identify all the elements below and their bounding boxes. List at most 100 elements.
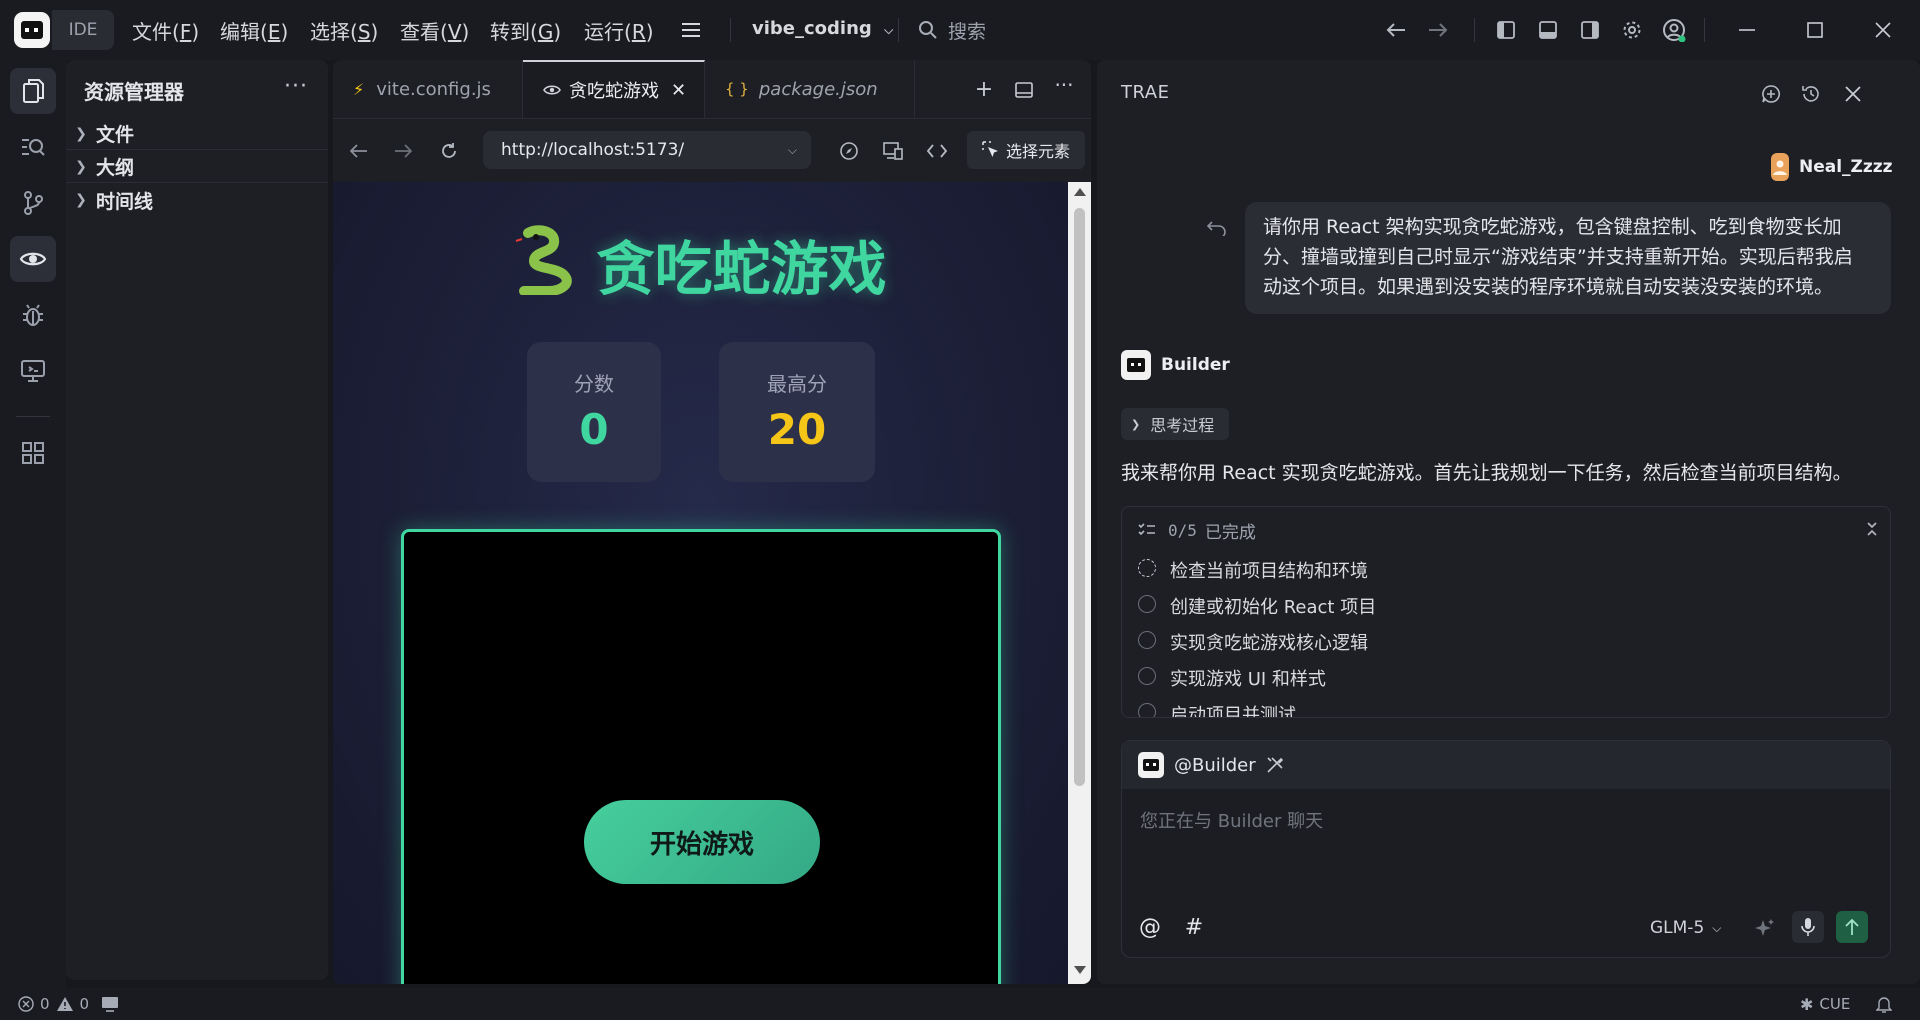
send-arrow-up-icon[interactable] [1836,911,1868,943]
tab-snake-preview[interactable]: 贪吃蛇游戏 ✕ [523,60,705,118]
cursor-select-icon [982,141,998,157]
section-outline[interactable]: ❯ 大纲 [66,151,328,183]
mention-agent[interactable]: @Builder [1174,755,1256,776]
tab-package-json[interactable]: { } package.json [705,60,915,118]
user-avatar [1771,153,1789,181]
toggle-panel-icon[interactable] [1536,18,1560,42]
remote-screen-icon[interactable] [10,348,56,394]
tab-vite-config[interactable]: ⚡ vite.config.js [333,60,523,118]
todo-item: 实现贪吃蛇游戏核心逻辑 [1170,633,1368,654]
todo-header: 0/5 已完成 [1138,519,1256,543]
todo-list: 0/5 已完成 检查当前项目结构和环境 创建或初始化 React 项目 实现贪吃… [1121,506,1891,718]
undo-message-icon[interactable] [1205,216,1229,240]
collapse-chevrons-icon[interactable] [1862,519,1882,539]
tools-icon[interactable] [1266,756,1284,774]
chevron-right-icon: ❯ [75,192,87,208]
responsive-device-icon[interactable] [881,139,905,163]
menu-view-label: 查看(V) [400,20,470,44]
close-panel-icon[interactable] [1841,82,1865,106]
snake-game-page: 贪吃蛇游戏 分数 0 最高分 20 开始游戏 [333,182,1068,984]
todo-item: 启动项目并测试 [1170,705,1296,718]
more-menu-icon[interactable] [678,18,704,42]
search-box[interactable]: 搜索 [918,18,1118,43]
browser-reload-icon[interactable] [437,139,461,163]
trae-logo-icon[interactable] [14,12,50,48]
sparkle-enhance-icon[interactable] [1752,915,1778,941]
editor-more-icon[interactable]: ··· [1051,73,1077,97]
todo-item: 检查当前项目结构和环境 [1170,561,1368,582]
settings-gear-icon[interactable] [1620,18,1644,42]
maximize-window-icon[interactable] [1802,18,1828,42]
browser-forward-icon[interactable] [391,139,415,163]
model-selector[interactable]: GLM-5 ⌵ [1650,915,1721,941]
debug-bug-icon[interactable] [10,292,56,338]
thinking-process-toggle[interactable]: ❯ 思考过程 [1121,408,1229,440]
search-code-icon[interactable] [10,124,56,170]
section-timeline[interactable]: ❯ 时间线 [66,184,328,216]
menu-edit[interactable]: 编辑(E) [220,16,288,45]
chevron-down-icon: ⌵ [1712,920,1722,935]
hash-context-icon[interactable]: # [1180,913,1208,941]
select-element-button[interactable]: 选择元素 [967,131,1085,169]
ai-chat-panel: TRAE Neal_Zzzz 请你用 React 架构实现贪吃蛇游戏，包含键盘控… [1097,60,1920,984]
scroll-up-arrow-icon[interactable] [1074,188,1086,196]
score-card: 分数 0 [527,342,661,482]
menu-select[interactable]: 选择(S) [310,16,378,45]
compass-icon[interactable] [837,139,861,163]
devtools-code-icon[interactable] [925,139,949,163]
ide-mode-label[interactable]: IDE [52,10,114,50]
microphone-icon[interactable] [1792,911,1824,943]
close-window-icon[interactable] [1870,18,1896,42]
builder-bot-icon [1121,350,1151,380]
url-bar[interactable]: http://localhost:5173/ ⌵ [483,131,811,169]
source-control-icon[interactable] [10,180,56,226]
explorer-title: 资源管理器 [84,80,184,104]
checklist-icon [1138,523,1155,536]
split-editor-icon[interactable] [1013,79,1035,101]
scrollbar-thumb[interactable] [1074,208,1085,786]
history-icon[interactable] [1799,82,1823,106]
warning-triangle-icon [56,997,73,1011]
chevron-right-icon: ❯ [75,125,87,142]
language-mode[interactable]: ✱ CUE [1800,994,1850,1014]
notifications-bell-icon[interactable] [1874,994,1894,1014]
json-braces-icon: { } [725,80,749,98]
toggle-right-panel-icon[interactable] [1578,18,1602,42]
asterisk-icon: ✱ [1800,994,1814,1014]
menu-goto[interactable]: 转到(G) [490,16,561,45]
toggle-sidebar-icon[interactable] [1494,18,1518,42]
preview-eye-icon[interactable] [10,236,56,282]
menu-view[interactable]: 查看(V) [400,16,469,45]
problems-indicator[interactable]: 0 0 [18,994,119,1014]
menu-run[interactable]: 运行(R) [584,16,654,45]
account-icon[interactable] [1661,16,1687,44]
mention-bar: @Builder [1122,741,1890,789]
back-arrow-icon[interactable] [1384,18,1408,42]
explorer-panel: 资源管理器 ··· ❯ 文件 ❯ 大纲 ❯ 时间线 [66,60,328,980]
browser-back-icon[interactable] [347,139,371,163]
game-title-text: 贪吃蛇游戏 [596,235,887,303]
start-game-button[interactable]: 开始游戏 [584,800,820,884]
menu-file[interactable]: 文件(F) [132,16,199,45]
chat-input[interactable]: 您正在与 Builder 聊天 [1140,807,1323,833]
close-tab-icon[interactable]: ✕ [671,80,686,101]
title-divider [1474,18,1475,42]
explorer-files-icon[interactable] [10,68,56,114]
section-files[interactable]: ❯ 文件 [66,118,328,150]
minimize-window-icon[interactable] [1734,18,1760,42]
scroll-down-arrow-icon[interactable] [1074,966,1086,974]
game-board[interactable]: 开始游戏 [401,529,1001,984]
eye-icon [543,85,561,95]
forward-arrow-icon[interactable] [1426,18,1450,42]
message-line: 请你用 React 架构实现贪吃蛇游戏，包含键盘控制、吃到食物变长加 [1263,216,1842,238]
new-tab-plus-icon[interactable]: + [973,77,995,102]
user-name: Neal_Zzzz [1799,157,1893,177]
extensions-grid-icon[interactable] [10,430,56,476]
preview-scrollbar[interactable] [1068,182,1091,984]
project-selector[interactable]: vibe_coding ⌵ [752,18,893,39]
lightning-icon: ⚡ [353,79,365,99]
explorer-more-icon[interactable]: ··· [284,74,308,99]
chevron-down-icon: ⌵ [787,142,797,157]
at-mention-icon[interactable]: @ [1136,913,1164,941]
new-chat-icon[interactable] [1759,82,1783,106]
